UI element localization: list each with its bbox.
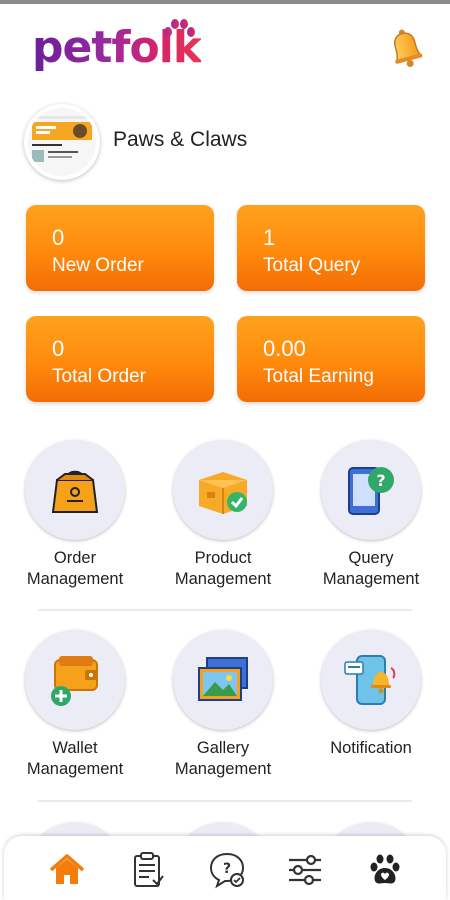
stat-value: 0.00	[263, 336, 306, 361]
stat-label: Total Query	[263, 255, 361, 276]
bottom-navigation: ?	[4, 836, 446, 900]
query-chat-icon[interactable]: ?	[207, 850, 247, 890]
tile-label: Query Management	[322, 549, 420, 588]
shopping-bag-icon	[51, 470, 99, 513]
wallet-management-tile[interactable]: Wallet Management	[0, 630, 150, 790]
wallet-icon	[51, 656, 98, 706]
product-box-icon	[199, 472, 247, 514]
stat-total-order[interactable]: 0 Total Order	[26, 316, 214, 402]
gallery-management-tile[interactable]: Gallery Management	[148, 630, 298, 790]
stat-new-order[interactable]: 0 New Order	[26, 205, 214, 291]
home-icon[interactable]	[47, 850, 87, 890]
tile-label: Order Management	[26, 549, 124, 588]
paw-profile-icon[interactable]	[365, 850, 405, 890]
gallery-icon	[198, 657, 248, 701]
tile-icon-circle	[173, 440, 273, 540]
tile-icon-circle	[321, 630, 421, 730]
svg-text:?: ?	[223, 861, 231, 877]
bell-icon[interactable]	[386, 26, 426, 70]
query-management-tile[interactable]: ? Query Management	[296, 440, 446, 600]
tile-icon-circle	[25, 630, 125, 730]
notification-tile[interactable]: Notification	[296, 630, 446, 790]
tile-label: Gallery Management	[174, 739, 272, 778]
section-divider	[38, 609, 412, 611]
orders-list-icon[interactable]	[127, 850, 167, 890]
stat-value: 0	[52, 336, 65, 361]
settings-sliders-icon[interactable]	[285, 850, 325, 890]
stat-value: 0	[52, 225, 65, 250]
store-name: Paws & Claws	[113, 128, 248, 151]
product-management-tile[interactable]: Product Management	[148, 440, 298, 600]
order-management-tile[interactable]: Order Management	[0, 440, 150, 600]
query-phone-icon: ?	[348, 467, 394, 515]
app-header: petfolk	[0, 4, 450, 88]
stat-label: New Order	[52, 255, 144, 276]
section-divider	[38, 800, 412, 802]
stat-value: 1	[263, 225, 276, 250]
tile-label: Product Management	[174, 549, 272, 588]
logo-paw-icon	[164, 19, 195, 37]
stat-total-earning[interactable]: 0.00 Total Earning	[237, 316, 425, 402]
tile-icon-circle	[25, 440, 125, 540]
stat-total-query[interactable]: 1 Total Query	[237, 205, 425, 291]
svg-text:?: ?	[376, 471, 385, 490]
tile-label: Wallet Management	[26, 739, 124, 778]
notification-phone-icon	[344, 655, 396, 705]
store-avatar[interactable]	[24, 104, 100, 180]
stat-label: Total Earning	[263, 366, 374, 387]
stat-label: Total Order	[52, 366, 146, 387]
tile-icon-circle: ?	[321, 440, 421, 540]
tile-label: Notification	[330, 739, 412, 757]
petfolk-logo: petfolk	[32, 18, 202, 78]
tile-icon-circle	[173, 630, 273, 730]
store-banner-thumbnail	[28, 108, 96, 176]
store-profile[interactable]: Paws & Claws	[24, 104, 434, 182]
